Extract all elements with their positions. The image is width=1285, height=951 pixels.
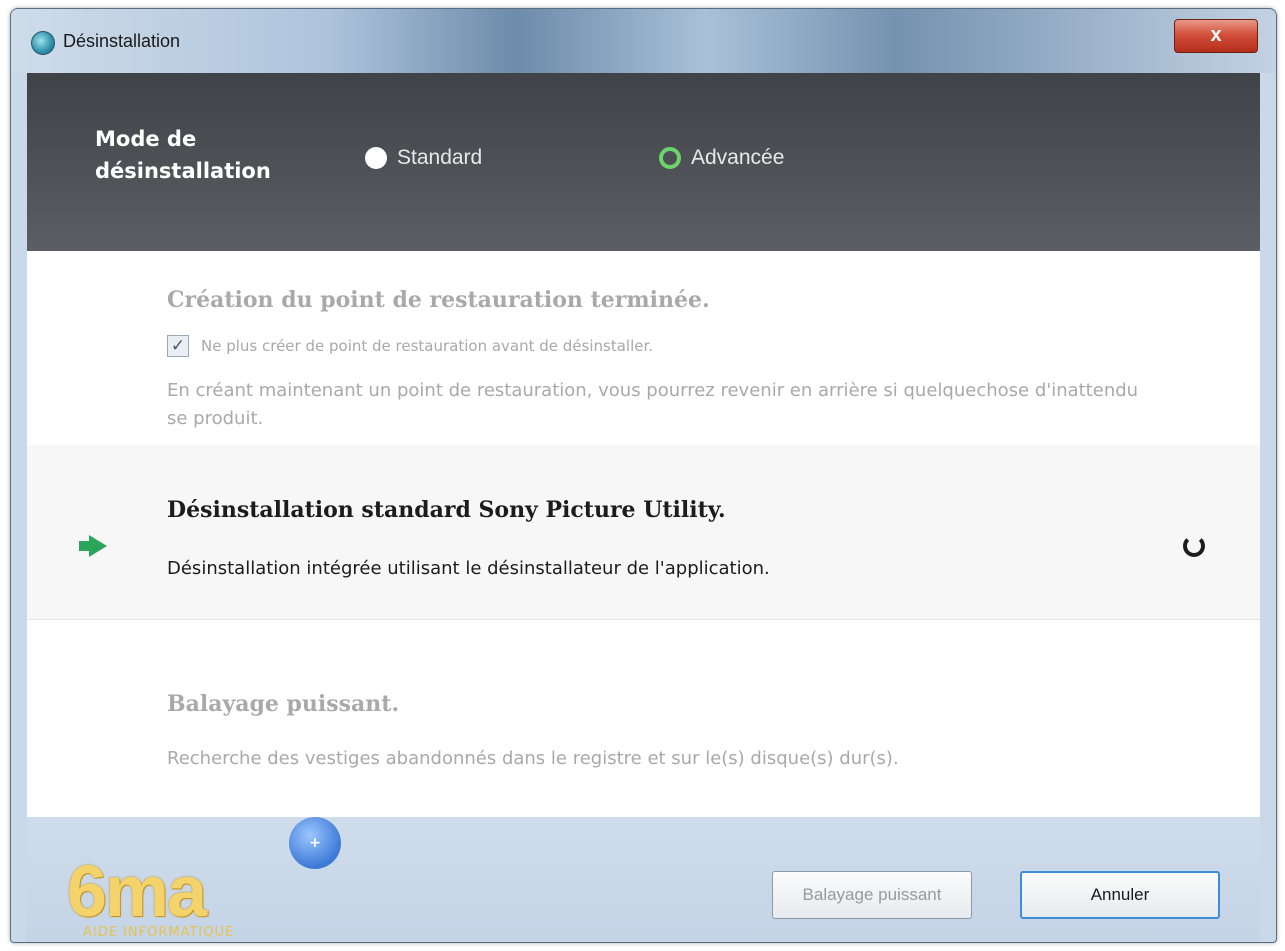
power-scan-button[interactable]: Balayage puissant [772,871,972,919]
restore-checkbox-label[interactable]: Ne plus créer de point de restauration a… [201,337,653,355]
uninstall-window: Désinstallation x Mode de désinstallatio… [10,8,1277,943]
radio-advanced-label: Advancée [691,146,785,169]
radio-advanced-dot[interactable] [659,147,681,169]
radio-standard[interactable]: Standard [365,146,482,170]
restore-description: En créant maintenant un point de restaur… [167,380,1139,429]
radio-advanced[interactable]: Advancée [659,146,784,170]
cancel-button[interactable]: Annuler [1020,871,1220,919]
watermark-subtext: AIDE INFORMATIQUE [83,925,235,940]
step-standard-uninstall: Désinstallation standard Sony Picture Ut… [27,445,1260,620]
spinner-icon [1183,535,1205,557]
mode-label-line1: Mode de [95,127,197,151]
scan-description: Recherche des vestiges abandonnés dans l… [167,748,899,769]
scan-title: Balayage puissant. [167,691,400,717]
watermark-logo: 6ma [67,852,207,932]
radio-standard-label: Standard [397,146,483,169]
mode-label: Mode de désinstallation [95,123,355,187]
window-title: Désinstallation [63,31,181,51]
restore-checkbox[interactable]: ✓ [167,335,189,357]
footer-bar: 6ma + AIDE INFORMATIQUE Balayage puissan… [27,817,1260,942]
uninstall-title: Désinstallation standard Sony Picture Ut… [167,497,726,523]
uninstall-description: Désinstallation intégrée utilisant le dé… [167,558,770,579]
radio-standard-dot[interactable] [365,147,387,169]
steps-panel: Création du point de restauration termin… [27,251,1260,817]
watermark-badge: + [289,817,341,869]
step-restore-point: Création du point de restauration termin… [27,251,1260,446]
app-icon [31,31,55,55]
mode-header: Mode de désinstallation Standard Advancé… [27,73,1260,251]
current-step-arrow-icon [89,535,107,557]
step-power-scan: Balayage puissant. Recherche des vestige… [27,619,1260,817]
close-button[interactable]: x [1174,19,1258,53]
mode-label-line2: désinstallation [95,159,271,183]
restore-title: Création du point de restauration termin… [167,287,710,313]
title-bar[interactable]: Désinstallation x [11,9,1276,73]
